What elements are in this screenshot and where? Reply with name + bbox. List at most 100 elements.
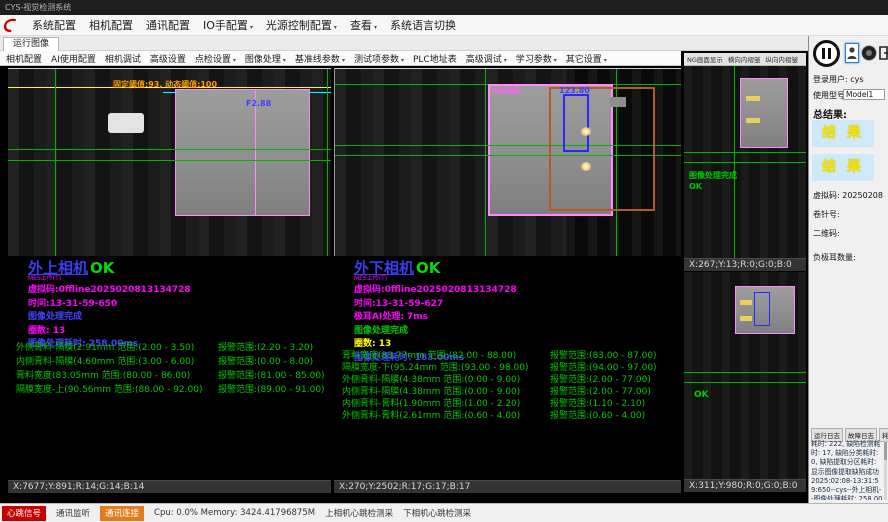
camera-image-lower[interactable]: AI检测区 123.80: [334, 68, 681, 256]
guide-line-horizontal: [684, 382, 806, 383]
qrcode-row: 二维码:: [813, 228, 840, 239]
tool-image-processing[interactable]: 图像处理▾: [245, 52, 286, 65]
toolbar: 相机配置 AI使用配置 相机调试 高级设置 点检设置▾ 图像处理▾ 基准线参数▾…: [0, 51, 681, 66]
tab-ng-display[interactable]: NG画面显示: [687, 54, 723, 64]
measurement-row: 内侧膏料-隔膜(4.38mm 范围:(0.00 - 9.00)报警范围:(2.0…: [342, 384, 657, 396]
app-window: CYS-视觉检测系统 系统配置 相机配置 通讯配置 IO手配置▾ 光源控制配置▾…: [0, 0, 888, 522]
login-user-value: cys: [850, 75, 863, 84]
neg-tab-count-row: 负极耳数量:: [813, 252, 856, 263]
tab-strip: 运行图像: [0, 36, 808, 51]
measurement-row: 隔膜宽度-下(95.24mm 范围:(93.00 - 98.00)报警范围:(9…: [342, 360, 657, 372]
part-region: [740, 78, 788, 148]
tool-advanced-settings[interactable]: 高级设置: [150, 52, 186, 65]
exit-button[interactable]: [879, 43, 888, 63]
menu-item-language[interactable]: 系统语言切换: [390, 17, 456, 33]
measurement-row: 内侧膏料-膏料(1.90mm 范围:(1.00 - 2.20)报警范围:(1.1…: [342, 396, 657, 408]
menu-item-view[interactable]: 查看▾: [350, 17, 377, 33]
camera-lens-icon: [866, 50, 872, 56]
camera-status-ok: OK: [90, 259, 114, 277]
guide-line-horizontal: [684, 152, 806, 153]
heartbeat-badge: 心跳信号: [2, 506, 46, 521]
tool-plc-table[interactable]: PLC地址表: [413, 52, 457, 65]
ng-image-bottom[interactable]: OK: [684, 272, 806, 479]
log-scrollbar[interactable]: [884, 440, 887, 500]
overlay-status-text: 图像处理完成 OK: [689, 170, 737, 192]
status-bar: 心跳信号 通讯监听 通讯连接 Cpu: 0.0% Memory: 3424.41…: [0, 503, 888, 522]
lower-camera-heartbeat-text: 下相机心跳检测采: [403, 507, 471, 519]
info-line: 图像处理完成: [354, 325, 517, 339]
menu-item-camera-config[interactable]: 相机配置: [89, 17, 133, 33]
tool-ai-config[interactable]: AI使用配置: [51, 52, 96, 65]
dropdown-arrow-icon: ▾: [250, 24, 253, 31]
camera-subtitle: MES上传(T): [28, 273, 61, 282]
tab-glint: [740, 300, 752, 305]
menu-bar: 系统配置 相机配置 通讯配置 IO手配置▾ 光源控制配置▾ 查看▾ 系统语言切换: [0, 15, 888, 36]
tab-vertical-wrinkle[interactable]: 纵向内褶皱: [765, 54, 798, 64]
guide-line-vertical: [55, 69, 56, 256]
results-area-upper: 外上相机OK MES上传(T) 虚拟码:0ffline2025020813134…: [8, 256, 331, 480]
guide-line-vertical: [734, 66, 735, 258]
guide-line-horizontal: [8, 149, 331, 150]
tool-learning-params[interactable]: 学习参数▾: [516, 52, 557, 65]
dropdown-arrow-icon: ▾: [233, 57, 236, 64]
tab-horizontal-wrinkle[interactable]: 横向内褶皱: [728, 54, 761, 64]
measurement-row: 膏料宽度(83.05mm 范围:(80.00 - 86.00)报警范围:(81.…: [16, 368, 325, 382]
camera-status-ok: OK: [416, 259, 440, 277]
tool-camera-config[interactable]: 相机配置: [6, 52, 42, 65]
measurement-row: 内侧膏料-隔膜(4.60mm 范围:(3.00 - 6.00)报警范围:(0.0…: [16, 354, 325, 368]
menu-item-comm-config[interactable]: 通讯配置: [146, 17, 190, 33]
cpu-memory-text: Cpu: 0.0% Memory: 3424.41796875M: [154, 508, 315, 518]
dropdown-arrow-icon: ▾: [334, 24, 337, 31]
tab-glint: [746, 118, 760, 123]
person-icon: [847, 46, 857, 60]
menu-item-system-config[interactable]: 系统配置: [32, 17, 76, 33]
tool-advanced-debug[interactable]: 高级调试▾: [466, 52, 507, 65]
comm-connected-badge: 通讯连接: [100, 506, 144, 521]
log-textarea[interactable]: 耗时: 222, 缺陷检测耗时: 17, 缺陷分类耗时: 0, 缺陷提取分区耗时…: [811, 440, 883, 500]
measurement-row: 膏料宽度(83.77mm 范围:(82.00 - 88.00)报警范围:(83.…: [342, 348, 657, 360]
tab-connector: [108, 113, 144, 133]
reflection-flare: [580, 127, 592, 136]
pause-button[interactable]: [813, 40, 840, 67]
tool-test-params[interactable]: 测试项参数▾: [354, 52, 404, 65]
dropdown-arrow-icon: ▾: [374, 24, 377, 31]
measurement-row: 隔膜宽度-上(90.56mm 范围:(88.00 - 92.00)报警范围:(8…: [16, 382, 325, 396]
info-line: 虚拟码:0ffline2025020813134728: [28, 284, 191, 298]
dropdown-arrow-icon: ▾: [283, 57, 286, 64]
ng-view-tabs: NG画面显示 横向内褶皱 纵向内褶皱: [684, 53, 806, 66]
info-line: 圈数: 13: [28, 325, 191, 339]
sidebar-buttons: [811, 40, 887, 70]
app-logo-icon: [4, 18, 19, 33]
overlay-status-text: OK: [694, 390, 709, 401]
info-line: 时间:13-31-59-627: [354, 298, 517, 312]
needle-no-row: 卷针号:: [813, 209, 840, 220]
model-select[interactable]: Model1: [843, 89, 885, 100]
login-user-row: 登录用户: cys: [813, 74, 864, 85]
pixel-readout-bar: X:270;Y:2502;R:17;G:17;B:17: [334, 480, 681, 493]
roi-rect-blue: [563, 94, 589, 152]
upper-camera-heartbeat-text: 上相机心跳检测采: [325, 507, 393, 519]
guide-line-vertical: [327, 69, 328, 256]
camera-device-button[interactable]: [861, 45, 877, 61]
dropdown-arrow-icon: ▾: [604, 57, 607, 64]
camera-image-upper[interactable]: 固定阈值:93, 动态阈值:100 F2.88: [8, 68, 331, 256]
measurement-row: 外侧膏料-膏料(2.61mm 范围:(0.60 - 4.00)报警范围:(0.6…: [342, 408, 657, 420]
info-line: 图像处理完成: [28, 311, 191, 325]
tab-glint: [740, 316, 752, 321]
tool-other-settings[interactable]: 其它设置▾: [566, 52, 607, 65]
result-box-upper: 结 果: [812, 120, 874, 147]
tool-camera-debug[interactable]: 相机调试: [105, 52, 141, 65]
tab-run-image[interactable]: 运行图像: [3, 37, 59, 51]
ng-image-top[interactable]: 图像处理完成 OK: [684, 66, 806, 258]
tool-baseline-params[interactable]: 基准线参数▾: [295, 52, 345, 65]
roi-rect-blue: [754, 292, 770, 326]
metal-glint: [610, 97, 626, 107]
operator-mode-button[interactable]: [845, 43, 859, 63]
menu-item-light-config[interactable]: 光源控制配置▾: [266, 17, 337, 33]
dropdown-arrow-icon: ▾: [504, 57, 507, 64]
tool-spot-check[interactable]: 点检设置▾: [195, 52, 236, 65]
control-sidebar: 登录用户: cys 使用型号: Model1 总结果: 结 果 结 果 虚拟码:…: [808, 36, 888, 503]
menu-item-io-config[interactable]: IO手配置▾: [203, 17, 253, 33]
guide-line-horizontal: [684, 372, 806, 373]
info-line: 时间:13-31-59-650: [28, 298, 191, 312]
